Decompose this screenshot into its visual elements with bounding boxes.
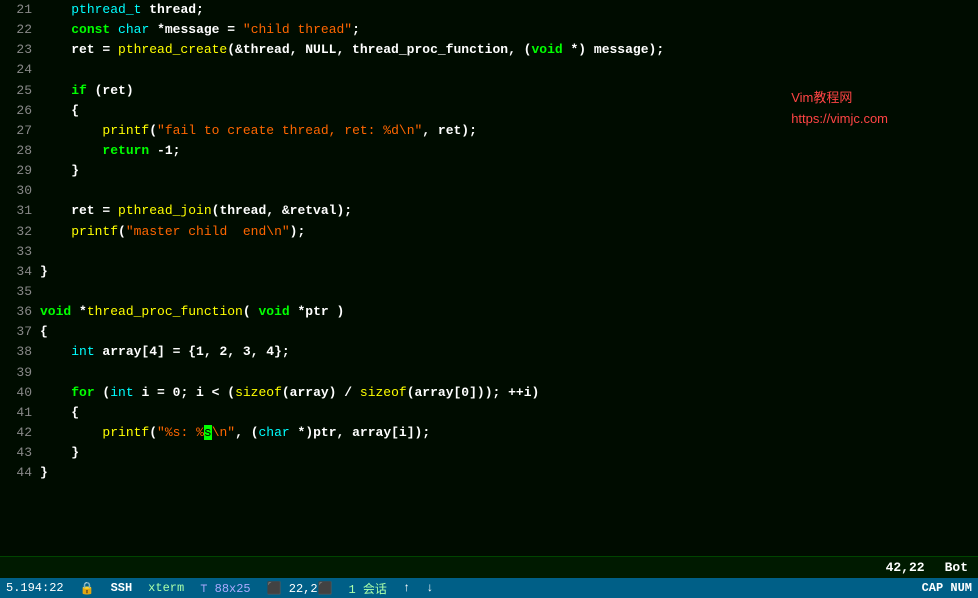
ip-time: 5.194:22 [6,581,64,595]
vim-status-bar: 42,22 Bot [0,556,978,578]
code-line: 30 [0,181,978,201]
code-line: 43 } [0,443,978,463]
code-line: 37{ [0,322,978,342]
line-number: 42 [0,423,40,443]
line-content: if (ret) [40,81,978,101]
code-line: 31 ret = pthread_join(thread, &retval); [0,201,978,221]
code-line: 24 [0,60,978,80]
code-line: 25 if (ret) [0,81,978,101]
code-container: 21 pthread_t thread;22 const char *messa… [0,0,978,483]
line-content: } [40,443,978,463]
line-content [40,242,978,262]
line-content: printf("fail to create thread, ret: %d\n… [40,121,978,141]
code-line: 38 int array[4] = {1, 2, 3, 4}; [0,342,978,362]
line-number: 30 [0,181,40,201]
line-content [40,282,978,302]
code-line: 26 { [0,101,978,121]
line-content: } [40,262,978,282]
line-number: 21 [0,0,40,20]
line-content: pthread_t thread; [40,0,978,20]
code-line: 40 for (int i = 0; i < (sizeof(array) / … [0,383,978,403]
line-content: return -1; [40,141,978,161]
line-number: 36 [0,302,40,322]
line-content: printf("%s: %s\n", (char *)ptr, array[i]… [40,423,978,443]
code-line: 22 const char *message = "child thread"; [0,20,978,40]
line-number: 26 [0,101,40,121]
code-line: 33 [0,242,978,262]
line-content: { [40,322,978,342]
code-line: 21 pthread_t thread; [0,0,978,20]
cap-num-label: CAP NUM [922,581,972,595]
code-line: 35 [0,282,978,302]
line-content: } [40,161,978,181]
code-line: 28 return -1; [0,141,978,161]
code-line: 34} [0,262,978,282]
line-number: 35 [0,282,40,302]
line-content: const char *message = "child thread"; [40,20,978,40]
line-number: 44 [0,463,40,483]
status-bar: 5.194:22 🔒 SSH xterm ⊤ 88x25 ⬛ 22,2⬛ 1 会… [0,578,978,598]
scroll-position: Bot [945,560,968,575]
line-content [40,181,978,201]
line-content: int array[4] = {1, 2, 3, 4}; [40,342,978,362]
line-content: } [40,463,978,483]
line-content [40,60,978,80]
line-number: 28 [0,141,40,161]
code-line: 44} [0,463,978,483]
ssh-label: SSH [111,581,133,595]
code-line: 42 printf("%s: %s\n", (char *)ptr, array… [0,423,978,443]
line-content: void *thread_proc_function( void *ptr ) [40,302,978,322]
code-line: 36void *thread_proc_function( void *ptr … [0,302,978,322]
code-line: 29 } [0,161,978,181]
ssh-icon: 🔒 [80,581,95,596]
line-number: 22 [0,20,40,40]
code-line: 23 ret = pthread_create(&thread, NULL, t… [0,40,978,60]
info-label: ⬛ 22,2⬛ [267,581,333,596]
line-number: 43 [0,443,40,463]
status-left: 5.194:22 🔒 SSH xterm ⊤ 88x25 ⬛ 22,2⬛ 1 会… [6,580,922,597]
line-number: 37 [0,322,40,342]
line-number: 24 [0,60,40,80]
code-line: 32 printf("master child end\n"); [0,222,978,242]
line-number: 41 [0,403,40,423]
editor-area: 21 pthread_t thread;22 const char *messa… [0,0,978,556]
line-content: { [40,101,978,121]
code-line: 41 { [0,403,978,423]
line-number: 25 [0,81,40,101]
line-number: 33 [0,242,40,262]
xterm-label: xterm [148,581,184,595]
line-content: { [40,403,978,423]
line-number: 34 [0,262,40,282]
code-line: 27 printf("fail to create thread, ret: %… [0,121,978,141]
line-number: 31 [0,201,40,221]
line-number: 23 [0,40,40,60]
code-line: 39 [0,363,978,383]
line-number: 27 [0,121,40,141]
line-content: for (int i = 0; i < (sizeof(array) / siz… [40,383,978,403]
size-label: ⊤ 88x25 [200,581,250,596]
line-content [40,363,978,383]
line-number: 32 [0,222,40,242]
line-number: 29 [0,161,40,181]
line-content: printf("master child end\n"); [40,222,978,242]
arrow-up-label: ↑ [403,581,410,595]
line-content: ret = pthread_join(thread, &retval); [40,201,978,221]
line-number: 40 [0,383,40,403]
session-label: 1 会话 [349,580,387,597]
cursor-position: 42,22 [886,560,925,575]
line-number: 39 [0,363,40,383]
arrow-down-label: ↓ [426,581,433,595]
line-content: ret = pthread_create(&thread, NULL, thre… [40,40,978,60]
line-number: 38 [0,342,40,362]
